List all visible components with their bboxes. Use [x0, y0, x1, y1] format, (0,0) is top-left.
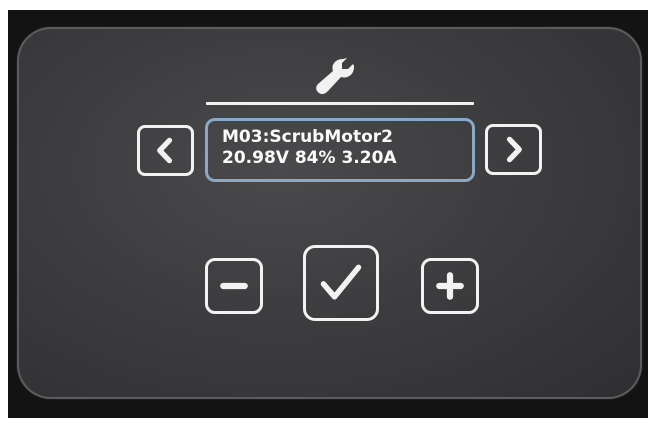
- next-motor-button[interactable]: [485, 124, 542, 175]
- confirm-button[interactable]: [303, 245, 379, 321]
- minus-icon: [220, 282, 248, 290]
- chevron-right-icon: [506, 136, 522, 163]
- checkmark-icon: [320, 264, 362, 300]
- increase-button[interactable]: [421, 258, 479, 314]
- motor-readings: 20.98V 84% 3.20A: [222, 148, 397, 168]
- previous-motor-button[interactable]: [137, 125, 194, 176]
- plus-icon: [436, 272, 464, 300]
- decrease-button[interactable]: [205, 258, 263, 314]
- wrench-icon: [316, 58, 354, 95]
- header-divider: [206, 102, 474, 105]
- motor-name: M03:ScrubMotor2: [222, 127, 393, 147]
- motor-status-display: M03:ScrubMotor2 20.98V 84% 3.20A: [205, 118, 475, 182]
- chevron-left-icon: [157, 137, 173, 164]
